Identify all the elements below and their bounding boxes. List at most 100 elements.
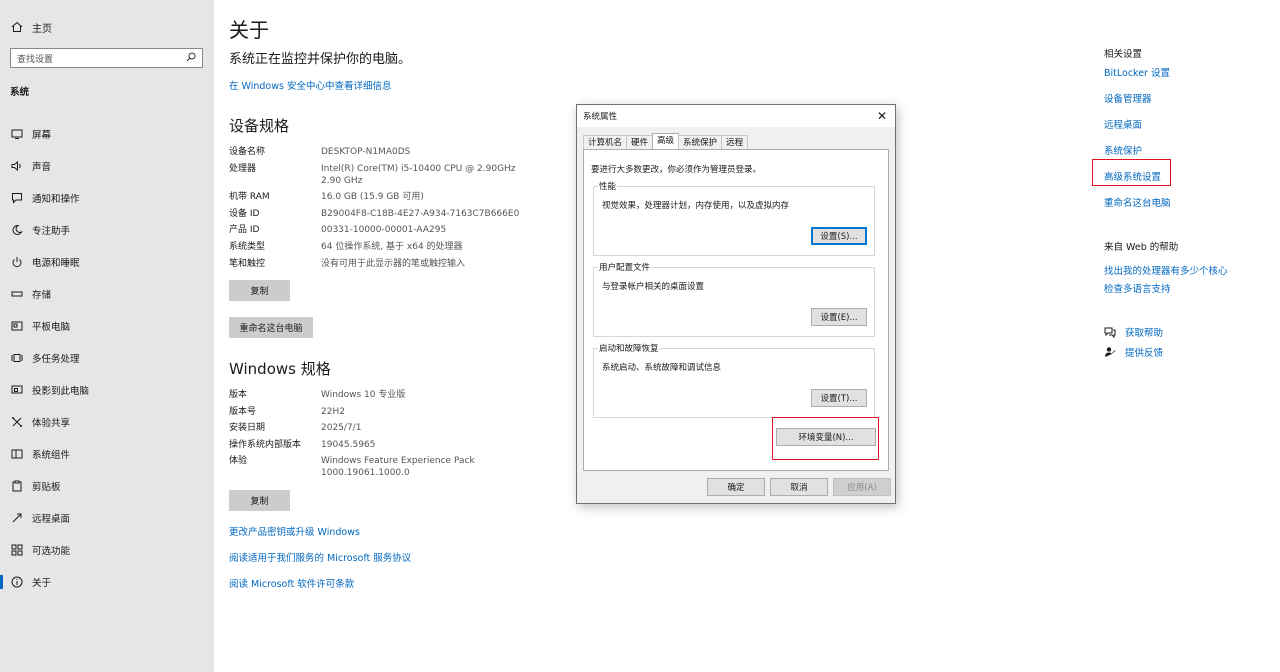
spec-value: 没有可用于此显示器的笔或触控输入 [321,258,466,269]
tab-advanced[interactable]: 高级 [652,133,680,150]
rename-pc-button[interactable]: 重命名这台电脑 [229,317,313,338]
group-desc: 与登录帐户相关的桌面设置 [602,282,705,292]
sidebar-item-shared-experiences[interactable]: 体验共享 [0,406,214,438]
sidebar-item-power[interactable]: 电源和睡眠 [0,246,214,278]
highlight-advanced-settings [1092,159,1171,186]
sidebar-item-clipboard[interactable]: 剪贴板 [0,470,214,502]
ok-button[interactable]: 确定 [707,478,765,496]
sidebar: 主页 查找设置 系统 屏幕 声音 通知和操作 专注助手 电源和睡眠 存储 平板电… [0,0,214,672]
close-icon[interactable]: ✕ [873,107,891,125]
tab-system-protection[interactable]: 系统保护 [678,135,723,150]
sidebar-item-optional-features[interactable]: 可选功能 [0,534,214,566]
spec-value: 19045.5965 [321,439,376,450]
sidebar-item-multitasking[interactable]: 多任务处理 [0,342,214,374]
spec-key: 版本号 [229,406,257,417]
group-title: 启动和故障恢复 [598,342,660,354]
spec-row: 笔和触控 没有可用于此显示器的笔或触控输入 [229,258,529,270]
search-icon[interactable] [186,52,196,65]
sidebar-item-label: 远程桌面 [32,514,71,525]
sidebar-item-remote-desktop[interactable]: 远程桌面 [0,502,214,534]
spec-key: 体验 [229,456,248,467]
group-title: 性能 [598,180,618,192]
multilanguage-link[interactable]: 检查多语言支持 [1104,281,1171,295]
spec-value: Windows 10 专业版 [321,390,406,400]
spec-row: 版本 Windows 10 专业版 [229,389,489,401]
system-protection-link[interactable]: 系统保护 [1104,143,1142,157]
sidebar-item-notifications[interactable]: 通知和操作 [0,182,214,214]
spec-value: 16.0 GB (15.9 GB 可用) [321,192,424,203]
windows-spec-table: 版本 Windows 10 专业版 版本号 22H2 安装日期 2025/7/1 操作… [229,389,489,484]
device-spec-table: 设备名称 DESKTOP-N1MA0DS 处理器 Intel(R) Core(TM)… [229,146,529,274]
chat-help-icon [1104,326,1118,338]
tab-remote[interactable]: 远程 [721,135,749,150]
remote-icon [10,511,24,525]
spec-row: 操作系统内部版本 19045.5965 [229,439,489,451]
sidebar-item-tablet[interactable]: 平板电脑 [0,310,214,342]
sidebar-nav: 屏幕 声音 通知和操作 专注助手 电源和睡眠 存储 平板电脑 多任务处理 投影到… [0,118,214,598]
bitlocker-link[interactable]: BitLocker 设置 [1104,65,1170,79]
spec-row: 设备名称 DESKTOP-N1MA0DS [229,146,529,158]
dialog-titlebar[interactable]: 系统属性 ✕ [577,105,895,127]
dialog-title: 系统属性 [583,112,618,122]
sidebar-item-focus-assist[interactable]: 专注助手 [0,214,214,246]
feedback-row[interactable]: 提供反馈 [1104,345,1163,359]
home-nav-item[interactable]: 主页 [10,18,52,36]
notification-icon [10,191,24,205]
get-help-link[interactable]: 获取帮助 [1125,325,1163,339]
spec-value: Intel(R) Core(TM) i5-10400 CPU @ 2.90GHz… [321,163,516,186]
sidebar-section-title: 系统 [10,87,30,98]
sidebar-item-label: 关于 [32,578,52,589]
sidebar-item-label: 存储 [32,290,52,301]
upgrade-windows-link[interactable]: 更改产品密钥或升级 Windows [229,524,360,538]
processor-cores-link[interactable]: 找出我的处理器有多少个核心 [1104,263,1228,277]
sidebar-item-label: 专注助手 [32,226,71,237]
startup-recovery-settings-button[interactable]: 设置(T)... [811,389,867,407]
device-manager-link[interactable]: 设备管理器 [1104,91,1152,105]
sidebar-item-about[interactable]: 关于 [0,566,214,598]
performance-settings-button[interactable]: 设置(S)... [811,227,867,245]
sidebar-item-label: 通知和操作 [32,194,80,205]
device-spec-title: 设备规格 [229,117,290,135]
license-terms-link[interactable]: 阅读 Microsoft 软件许可条款 [229,576,354,590]
apply-button[interactable]: 应用(A) [833,478,891,496]
highlight-environment-variables [772,417,879,460]
spec-key: 安装日期 [229,423,266,434]
share-icon [10,415,24,429]
tab-hardware[interactable]: 硬件 [626,135,654,150]
spec-key: 操作系统内部版本 [229,439,302,450]
sidebar-item-system-components[interactable]: 系统组件 [0,438,214,470]
clipboard-icon [10,479,24,493]
home-icon [10,20,24,34]
feedback-link[interactable]: 提供反馈 [1125,345,1163,359]
sidebar-item-sound[interactable]: 声音 [0,150,214,182]
sidebar-item-project[interactable]: 投影到此电脑 [0,374,214,406]
search-input[interactable]: 查找设置 [10,48,203,68]
admin-note: 要进行大多数更改，你必须作为管理员登录。 [591,165,762,175]
copy-device-spec-button[interactable]: 复制 [229,280,290,301]
spec-row: 机带 RAM 16.0 GB (15.9 GB 可用) [229,191,529,203]
system-properties-dialog: 系统属性 ✕ 计算机名 硬件 高级 系统保护 远程 要进行大多数更改，你必须作为… [576,104,896,504]
multitask-icon [10,351,24,365]
cancel-button[interactable]: 取消 [770,478,828,496]
windows-spec-title: Windows 规格 [229,360,331,378]
sidebar-item-display[interactable]: 屏幕 [0,118,214,150]
tab-computer-name[interactable]: 计算机名 [583,135,628,150]
get-help-row[interactable]: 获取帮助 [1104,325,1163,339]
remote-desktop-link[interactable]: 远程桌面 [1104,117,1142,131]
spec-row: 处理器 Intel(R) Core(TM) i5-10400 CPU @ 2.90… [229,163,529,187]
copy-windows-spec-button[interactable]: 复制 [229,490,290,511]
moon-icon [10,223,24,237]
spec-key: 设备名称 [229,147,266,157]
group-desc: 系统启动、系统故障和调试信息 [602,363,722,373]
related-settings-title: 相关设置 [1104,49,1143,60]
user-profiles-settings-button[interactable]: 设置(E)... [811,308,867,326]
spec-key: 笔和触控 [229,258,266,269]
sidebar-item-label: 声音 [32,162,52,173]
rename-pc-link[interactable]: 重命名这台电脑 [1104,195,1171,209]
security-center-link[interactable]: 在 Windows 安全中心中查看详细信息 [229,78,391,92]
spec-row: 产品 ID 00331-10000-00001-AA295 [229,224,529,236]
sidebar-item-label: 系统组件 [32,450,71,461]
sidebar-item-storage[interactable]: 存储 [0,278,214,310]
spec-row: 安装日期 2025/7/1 [229,422,489,434]
service-agreement-link[interactable]: 阅读适用于我们服务的 Microsoft 服务协议 [229,550,411,564]
